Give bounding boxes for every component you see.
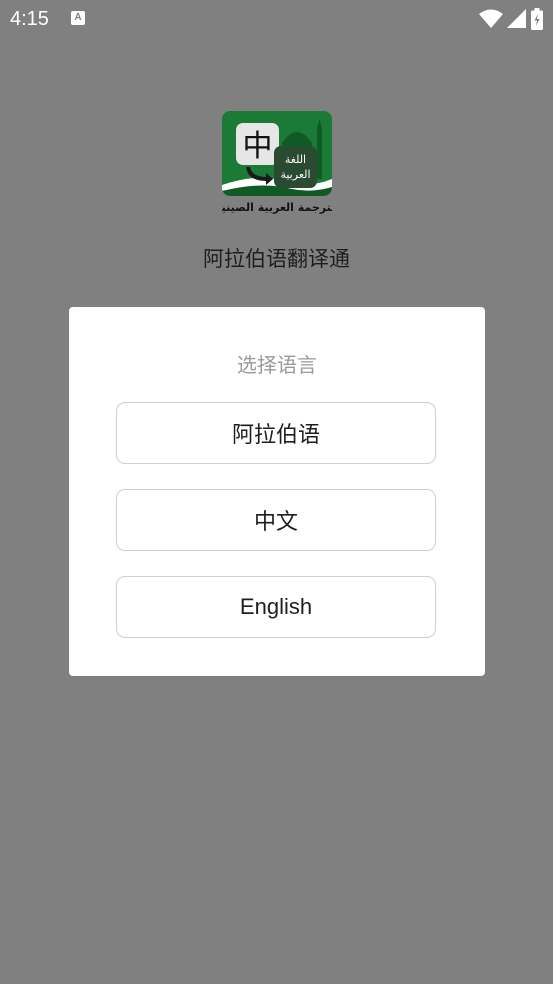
english-language-button[interactable]: English <box>116 576 436 638</box>
app-logo: 中 اللغة العربية الترجمة العربية الصينية <box>215 111 339 216</box>
status-icons <box>479 8 543 30</box>
wifi-icon <box>479 9 503 28</box>
signal-icon <box>507 9 526 28</box>
notification-a-icon: A <box>71 11 85 25</box>
battery-icon <box>531 8 543 30</box>
language-dialog: 选择语言 阿拉伯语 中文 English <box>69 307 485 676</box>
arabic-language-button[interactable]: 阿拉伯语 <box>116 402 436 464</box>
status-bar: 4:15 A <box>0 0 553 38</box>
chinese-language-button[interactable]: 中文 <box>116 489 436 551</box>
dialog-title: 选择语言 <box>237 353 317 377</box>
status-time: 4:15 <box>10 8 49 30</box>
app-logo-graphic: 中 اللغة العربية الترجمة العربية الصينية <box>215 111 339 214</box>
app-title: 阿拉伯语翻译通 <box>203 247 350 271</box>
app-screen: 4:15 A 中 اللغة العربية ترجمة العربية الص… <box>0 0 553 984</box>
logo-chinese-char: 中 <box>243 129 273 164</box>
logo-caption: الترجمة العربية الصينية <box>222 201 332 214</box>
logo-arabic-line1: اللغة <box>285 153 306 166</box>
logo-arabic-line2: العربية <box>280 168 310 181</box>
